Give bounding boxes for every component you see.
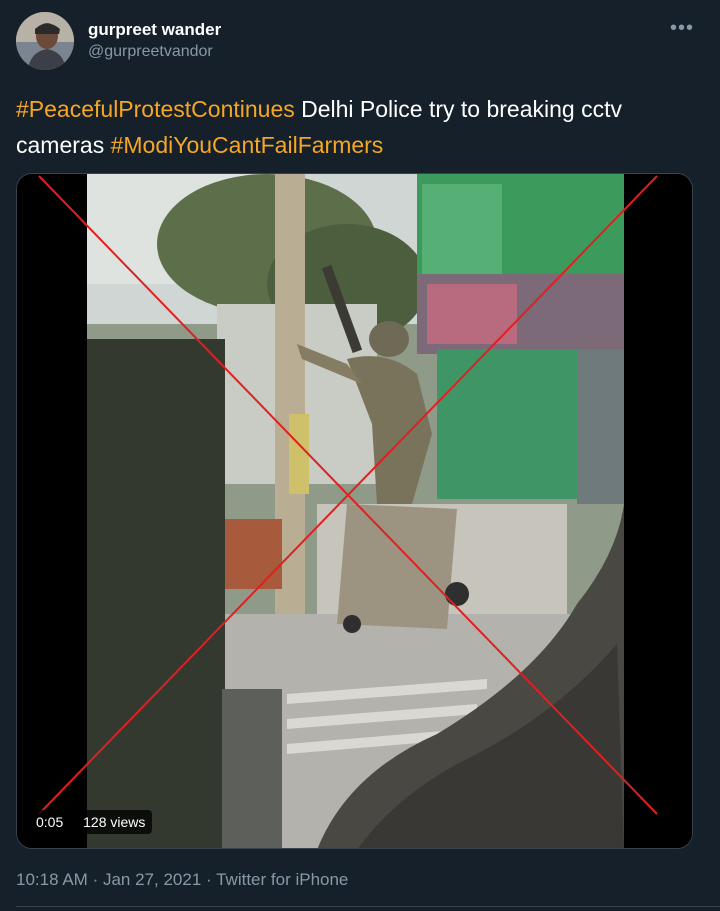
tweet-time[interactable]: 10:18 AM [16, 870, 88, 889]
avatar[interactable] [16, 12, 74, 70]
video-views: 128 views [83, 814, 146, 830]
video-frame [17, 174, 692, 848]
separator: · [92, 870, 99, 889]
tweet-date[interactable]: Jan 27, 2021 [103, 870, 201, 889]
video-duration: 0:05 [36, 814, 64, 830]
more-options-icon[interactable]: ••• [670, 18, 694, 38]
tweet-metadata: 10:18 AM · Jan 27, 2021 · Twitter for iP… [16, 870, 348, 890]
separator: · [206, 870, 212, 889]
avatar-image [16, 12, 74, 70]
tweet-source[interactable]: Twitter for iPhone [216, 870, 348, 889]
divider [16, 906, 720, 907]
user-handle[interactable]: @gurpreetvandor [88, 43, 213, 61]
display-name[interactable]: gurpreet wander [88, 20, 221, 40]
hashtag-link[interactable]: #ModiYouCantFailFarmers [111, 132, 384, 158]
video-info-badge: 0:05 128 views [29, 810, 153, 834]
video-player[interactable]: 0:05 128 views [16, 173, 693, 849]
tweet-text: #PeacefulProtestContinues Delhi Police t… [16, 91, 706, 163]
hashtag-link[interactable]: #PeacefulProtestContinues [16, 96, 295, 122]
